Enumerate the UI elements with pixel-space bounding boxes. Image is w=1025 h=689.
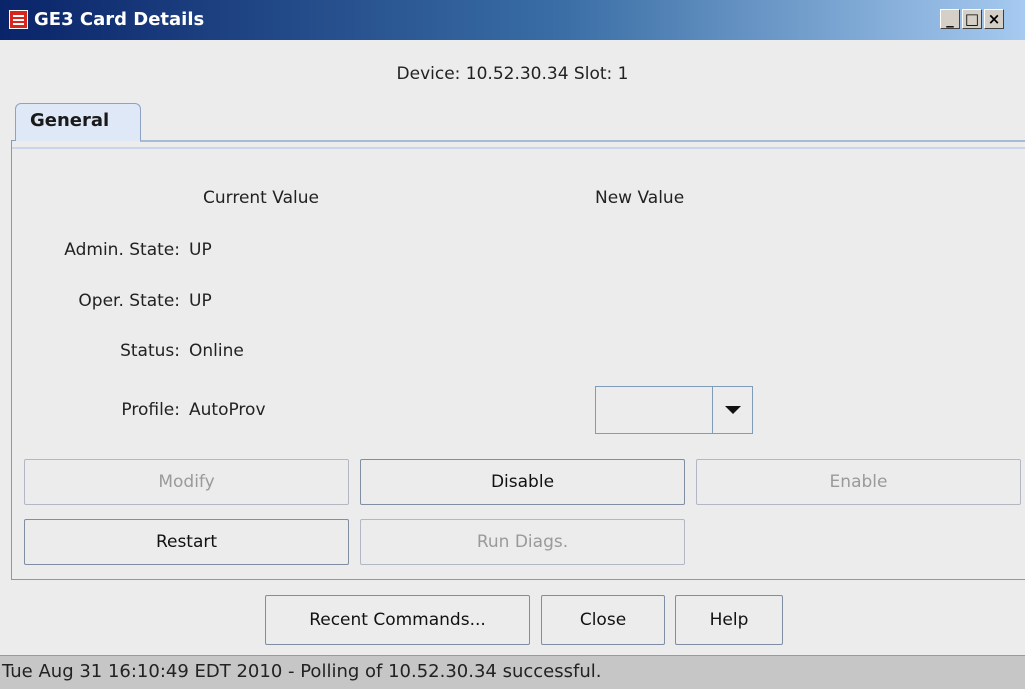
recent-commands-button[interactable]: Recent Commands...	[265, 595, 530, 645]
disable-button[interactable]: Disable	[360, 459, 685, 505]
run-diags-button[interactable]: Run Diags.	[360, 519, 685, 565]
modify-button[interactable]: Modify	[24, 459, 349, 505]
profile-select[interactable]	[595, 386, 753, 434]
current-value-header: Current Value	[203, 188, 319, 208]
app-icon	[9, 10, 28, 29]
dropdown-arrow-button[interactable]	[712, 387, 752, 433]
tab-general[interactable]: General	[15, 103, 141, 141]
admin-state-value: UP	[189, 240, 212, 260]
close-window-button[interactable]: ×	[984, 9, 1004, 29]
oper-state-value: UP	[189, 291, 212, 311]
oper-state-label: Oper. State:	[78, 291, 180, 311]
tab-strip-line	[140, 140, 1025, 142]
status-bar: Tue Aug 31 16:10:49 EDT 2010 - Polling o…	[0, 655, 1025, 689]
status-label: Status:	[120, 341, 180, 361]
chevron-down-icon	[724, 406, 741, 414]
enable-button[interactable]: Enable	[696, 459, 1021, 505]
maximize-button[interactable]: □	[962, 9, 982, 29]
title-bar[interactable]: GE3 Card Details _ □ ×	[0, 0, 1025, 40]
new-value-header: New Value	[595, 188, 685, 208]
close-button[interactable]: Close	[541, 595, 665, 645]
restart-button[interactable]: Restart	[24, 519, 349, 565]
panel-divider	[12, 147, 1025, 149]
profile-label: Profile:	[121, 400, 180, 420]
window-title: GE3 Card Details	[34, 9, 205, 30]
admin-state-label: Admin. State:	[64, 240, 180, 260]
minimize-button[interactable]: _	[940, 9, 960, 29]
device-slot-label: Device: 10.52.30.34 Slot: 1	[396, 64, 629, 84]
profile-value: AutoProv	[189, 400, 266, 420]
help-button[interactable]: Help	[675, 595, 783, 645]
status-value: Online	[189, 341, 244, 361]
